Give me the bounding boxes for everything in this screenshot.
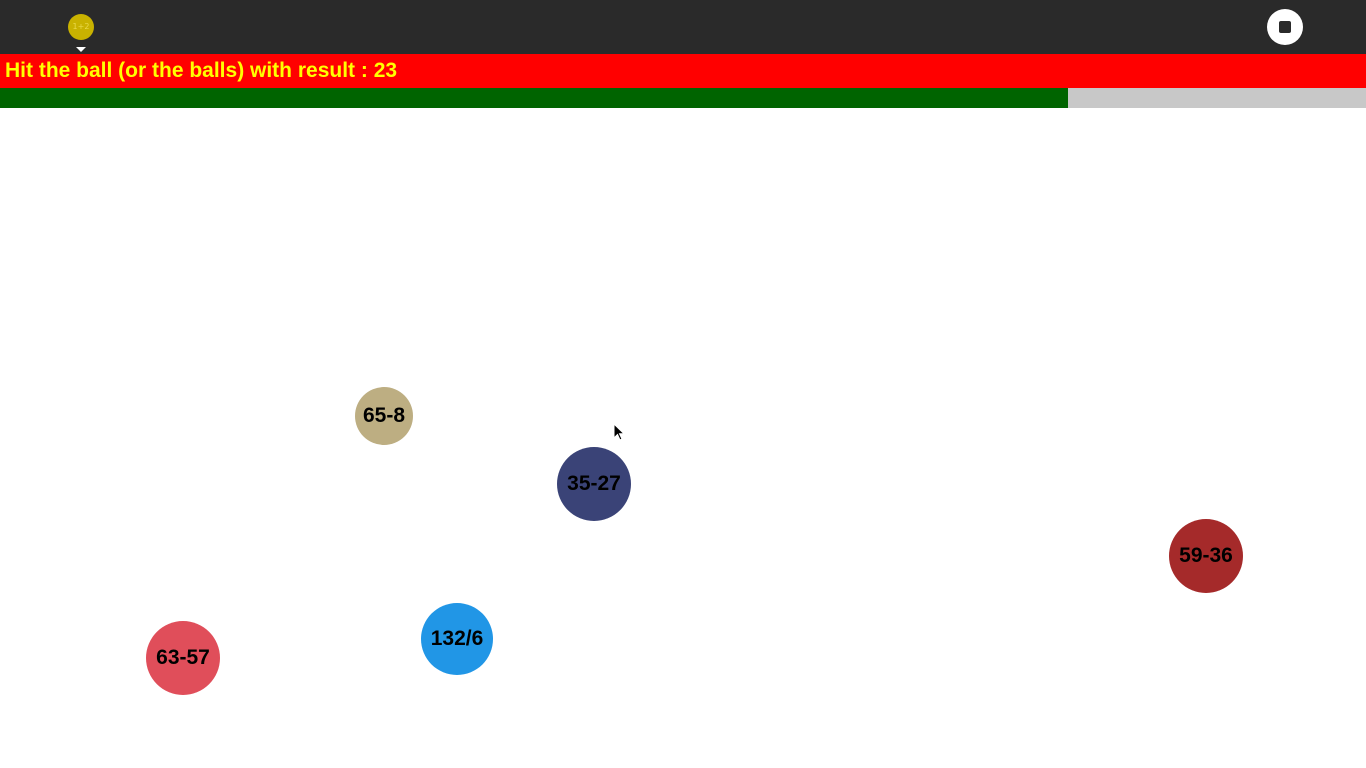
ball[interactable]: 63-57 — [146, 621, 220, 695]
prompt-bar: Hit the ball (or the balls) with result … — [0, 54, 1366, 88]
caret-down-icon[interactable] — [76, 47, 86, 52]
activity-icon[interactable]: 1+2 — [68, 14, 94, 40]
timer-progress-fill — [0, 88, 1069, 108]
toolbar: 1+2 — [0, 0, 1366, 54]
prompt-text: Hit the ball (or the balls) with result … — [5, 59, 398, 82]
stop-button[interactable] — [1267, 9, 1303, 45]
stop-icon — [1279, 21, 1291, 33]
ball[interactable]: 132/6 — [421, 603, 493, 675]
ball[interactable]: 35-27 — [557, 447, 631, 521]
ball[interactable]: 65-8 — [355, 387, 413, 445]
mouse-cursor-icon — [614, 424, 626, 441]
timer-progress-bar — [0, 88, 1366, 108]
ball[interactable]: 59-36 — [1169, 519, 1243, 593]
